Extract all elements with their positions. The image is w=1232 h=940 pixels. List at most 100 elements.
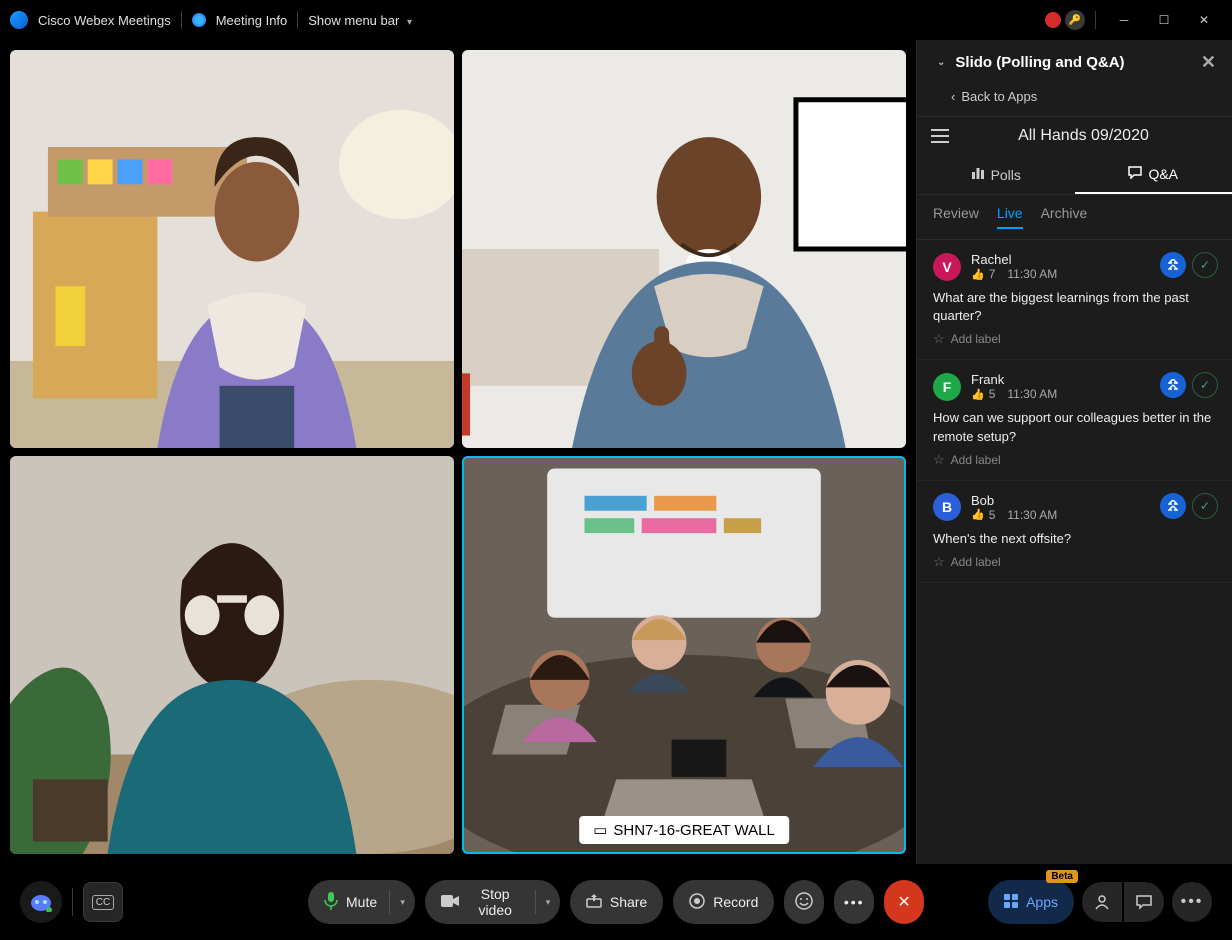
chevron-down-icon: ▾ <box>407 17 412 28</box>
reactions-button[interactable] <box>784 880 824 924</box>
more-options-button[interactable]: ••• <box>834 880 874 924</box>
chat-bubble-icon <box>1136 894 1152 910</box>
stop-video-button[interactable]: Stop video ▾ <box>425 880 560 924</box>
room-label: ▭ SHN7-16-GREAT WALL <box>579 816 789 844</box>
video-grid: ▭ SHN7-16-GREAT WALL <box>0 40 916 864</box>
separator <box>181 11 182 29</box>
panel-header[interactable]: ⌄ Slido (Polling and Q&A) ✕ <box>917 40 1232 85</box>
participant-tile[interactable] <box>10 50 454 448</box>
mute-button[interactable]: Mute ▾ <box>308 880 415 924</box>
question-time: 11:30 AM <box>1007 387 1057 401</box>
question-item[interactable]: F Frank 👍5 11:30 AM ✓ How can we support… <box>917 360 1232 480</box>
thumbs-up-icon: 👍 <box>971 268 985 281</box>
question-item[interactable]: B Bob 👍5 11:30 AM ✓ When's the next offs… <box>917 481 1232 583</box>
add-label-button[interactable]: ☆ Add label <box>933 331 1216 347</box>
star-icon: ☆ <box>933 331 945 347</box>
webex-logo-icon <box>10 11 28 29</box>
separator <box>72 888 73 916</box>
chevron-down-icon: ⌄ <box>937 57 945 68</box>
question-likes[interactable]: 👍5 11:30 AM <box>971 508 1057 522</box>
window-minimize-button[interactable]: ─ <box>1106 5 1142 35</box>
upvote-badge-icon[interactable] <box>1160 493 1186 519</box>
apps-button[interactable]: Apps Beta <box>988 880 1074 924</box>
participant-tile-active[interactable]: ▭ SHN7-16-GREAT WALL <box>462 456 906 854</box>
add-label-button[interactable]: ☆ Add label <box>933 452 1216 468</box>
hamburger-menu-button[interactable] <box>931 129 949 143</box>
webex-assistant-button[interactable] <box>20 881 62 923</box>
ellipsis-icon: ••• <box>1181 893 1204 911</box>
meeting-info-button[interactable]: Meeting Info <box>216 13 288 28</box>
subtab-live[interactable]: Live <box>997 205 1023 229</box>
thumbs-up-icon: 👍 <box>971 388 985 401</box>
subtab-archive[interactable]: Archive <box>1041 205 1088 229</box>
security-key-icon[interactable]: 🔑 <box>1065 10 1085 30</box>
approved-badge-icon[interactable]: ✓ <box>1192 252 1218 278</box>
question-list: V Rachel 👍7 11:30 AM ✓ What are the bigg… <box>917 240 1232 864</box>
apps-grid-icon <box>1004 894 1018 911</box>
subtab-review[interactable]: Review <box>933 205 979 229</box>
upvote-badge-icon[interactable] <box>1160 252 1186 278</box>
question-author: Bob <box>971 493 1057 508</box>
event-title: All Hands 09/2020 <box>949 127 1218 145</box>
thumbs-up-icon: 👍 <box>971 508 985 521</box>
app-name: Cisco Webex Meetings <box>38 13 171 28</box>
beta-badge: Beta <box>1046 870 1078 883</box>
add-label-button[interactable]: ☆ Add label <box>933 554 1216 570</box>
question-item[interactable]: V Rachel 👍7 11:30 AM ✓ What are the bigg… <box>917 240 1232 360</box>
avatar: B <box>933 493 961 521</box>
end-call-button[interactable]: ✕ <box>884 880 924 924</box>
question-text: What are the biggest learnings from the … <box>933 289 1216 325</box>
panel-tabs: Polls Q&A <box>917 155 1232 195</box>
tab-qa[interactable]: Q&A <box>1075 155 1232 194</box>
titlebar: Cisco Webex Meetings Meeting Info Show m… <box>0 0 1232 40</box>
video-icon <box>441 894 459 910</box>
record-button[interactable]: Record <box>673 880 774 924</box>
back-to-apps-button[interactable]: ‹ Back to Apps <box>917 85 1232 116</box>
separator <box>297 11 298 29</box>
upvote-badge-icon[interactable] <box>1160 372 1186 398</box>
participant-tile[interactable] <box>462 50 906 448</box>
approved-badge-icon[interactable]: ✓ <box>1192 372 1218 398</box>
separator <box>1095 11 1096 29</box>
question-likes[interactable]: 👍7 11:30 AM <box>971 267 1057 281</box>
panel-title: Slido (Polling and Q&A) <box>955 54 1124 71</box>
question-author: Frank <box>971 372 1057 387</box>
close-icon[interactable]: ✕ <box>1201 52 1216 73</box>
approved-badge-icon[interactable]: ✓ <box>1192 493 1218 519</box>
question-time: 11:30 AM <box>1007 267 1057 281</box>
qa-subtabs: Review Live Archive <box>917 195 1232 240</box>
avatar: V <box>933 253 961 281</box>
ellipsis-icon: ••• <box>844 894 865 910</box>
chevron-left-icon: ‹ <box>951 89 955 104</box>
panel-options-button[interactable]: ••• <box>1172 882 1212 922</box>
show-menu-button[interactable]: Show menu bar ▾ <box>308 13 412 28</box>
recording-indicator-icon <box>1045 12 1061 28</box>
meeting-toolbar: CC Mute ▾ Stop video ▾ Share <box>0 864 1232 940</box>
question-likes[interactable]: 👍5 11:30 AM <box>971 387 1057 401</box>
room-icon: ▭ <box>593 821 607 839</box>
chat-icon <box>1128 165 1142 182</box>
share-button[interactable]: Share <box>570 880 663 924</box>
closed-caption-button[interactable]: CC <box>83 882 123 922</box>
chevron-down-icon[interactable]: ▾ <box>535 890 552 914</box>
record-icon <box>689 893 705 912</box>
question-text: How can we support our colleagues better… <box>933 409 1216 445</box>
participants-button[interactable] <box>1082 882 1122 922</box>
participant-tile[interactable] <box>10 456 454 854</box>
question-author: Rachel <box>971 252 1057 267</box>
chevron-down-icon[interactable]: ▾ <box>389 890 407 914</box>
slido-header: All Hands 09/2020 <box>917 116 1232 155</box>
tab-polls[interactable]: Polls <box>917 155 1075 194</box>
bar-chart-icon <box>971 166 985 183</box>
chat-button[interactable] <box>1124 882 1164 922</box>
person-icon <box>1094 894 1110 910</box>
close-icon: ✕ <box>897 892 910 912</box>
question-text: When's the next offsite? <box>933 530 1216 548</box>
window-close-button[interactable]: ✕ <box>1186 5 1222 35</box>
window-maximize-button[interactable]: ☐ <box>1146 5 1182 35</box>
star-icon: ☆ <box>933 554 945 570</box>
slido-panel: ⌄ Slido (Polling and Q&A) ✕ ‹ Back to Ap… <box>916 40 1232 864</box>
question-time: 11:30 AM <box>1007 508 1057 522</box>
shield-icon <box>192 13 206 27</box>
microphone-icon <box>324 892 338 913</box>
